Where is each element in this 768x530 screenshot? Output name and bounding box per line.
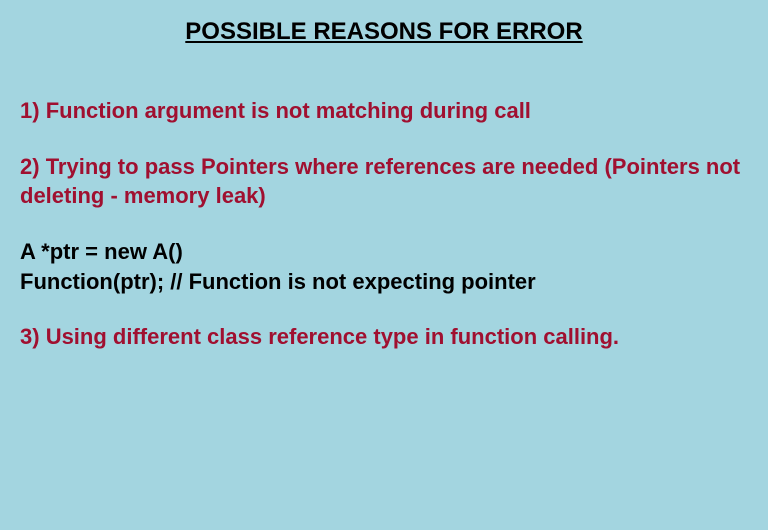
code-line: A *ptr = new A(): [20, 237, 748, 267]
item-text: Function argument is not matching during…: [46, 98, 531, 123]
item-number: 2): [20, 154, 40, 179]
slide-title: POSSIBLE REASONS FOR ERROR: [20, 18, 748, 46]
item-number: 1): [20, 98, 40, 123]
list-item: 2) Trying to pass Pointers where referen…: [20, 152, 748, 211]
slide-container: POSSIBLE REASONS FOR ERROR 1) Function a…: [0, 18, 768, 352]
list-item: 3) Using different class reference type …: [20, 322, 748, 352]
item-number: 3): [20, 324, 40, 349]
code-block: A *ptr = new A() Function(ptr); // Funct…: [20, 237, 748, 296]
code-line: Function(ptr); // Function is not expect…: [20, 267, 748, 297]
item-text: Using different class reference type in …: [46, 324, 619, 349]
item-text: Trying to pass Pointers where references…: [20, 154, 740, 209]
list-item: 1) Function argument is not matching dur…: [20, 96, 748, 126]
